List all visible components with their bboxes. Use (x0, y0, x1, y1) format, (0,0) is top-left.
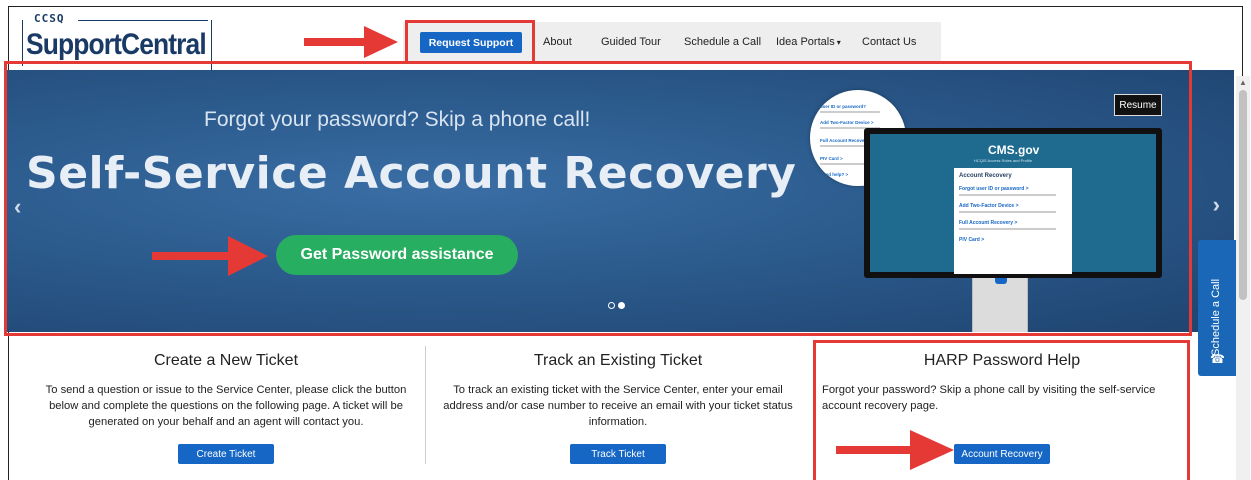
create-ticket-card: Create a New Ticket To send a question o… (30, 340, 422, 480)
nav-idea-portals[interactable]: Idea Portals ▾ (776, 36, 841, 48)
nav-schedule-call[interactable]: Schedule a Call (684, 36, 761, 48)
carousel-next-icon[interactable]: › (1213, 192, 1220, 218)
card-title: Create a New Ticket (153, 352, 299, 369)
logo-border-left (22, 20, 23, 66)
phone-icon: ☎ (1210, 352, 1225, 366)
track-ticket-button[interactable]: Track Ticket (570, 444, 666, 464)
logo-brand-text: SupportCentral (26, 28, 207, 61)
card-text: To track an existing ticket with the Ser… (443, 384, 793, 428)
annotation-highlight-hero (4, 61, 1192, 336)
card-title: Track an Existing Ticket (533, 352, 703, 369)
nav-idea-portals-label: Idea Portals (776, 36, 835, 48)
track-ticket-card: Track an Existing Ticket To track an exi… (422, 340, 814, 480)
annotation-highlight-request-support (405, 20, 535, 64)
schedule-call-side-tab[interactable]: Schedule a Call ☎ (1198, 240, 1236, 376)
logo-rule (78, 20, 208, 21)
nav-guided-tour[interactable]: Guided Tour (601, 36, 661, 48)
chevron-down-icon: ▾ (836, 38, 841, 47)
schedule-call-tab-label: Schedule a Call (1210, 278, 1222, 356)
logo-ccsq-text: CCSQ (34, 12, 65, 25)
supportcentral-logo[interactable]: CCSQ SupportCentral (22, 12, 212, 70)
annotation-arrow-icon (836, 430, 954, 470)
annotation-arrow-icon (304, 26, 398, 58)
scroll-up-icon[interactable]: ▲ (1239, 78, 1247, 87)
annotation-arrow-icon (152, 236, 268, 276)
card-text: To send a question or issue to the Servi… (45, 384, 407, 428)
create-ticket-button[interactable]: Create Ticket (178, 444, 274, 464)
nav-contact-us[interactable]: Contact Us (862, 36, 916, 48)
nav-about[interactable]: About (543, 36, 572, 48)
scrollbar-thumb[interactable] (1239, 90, 1247, 300)
scrollbar[interactable]: ▲ (1236, 76, 1250, 480)
